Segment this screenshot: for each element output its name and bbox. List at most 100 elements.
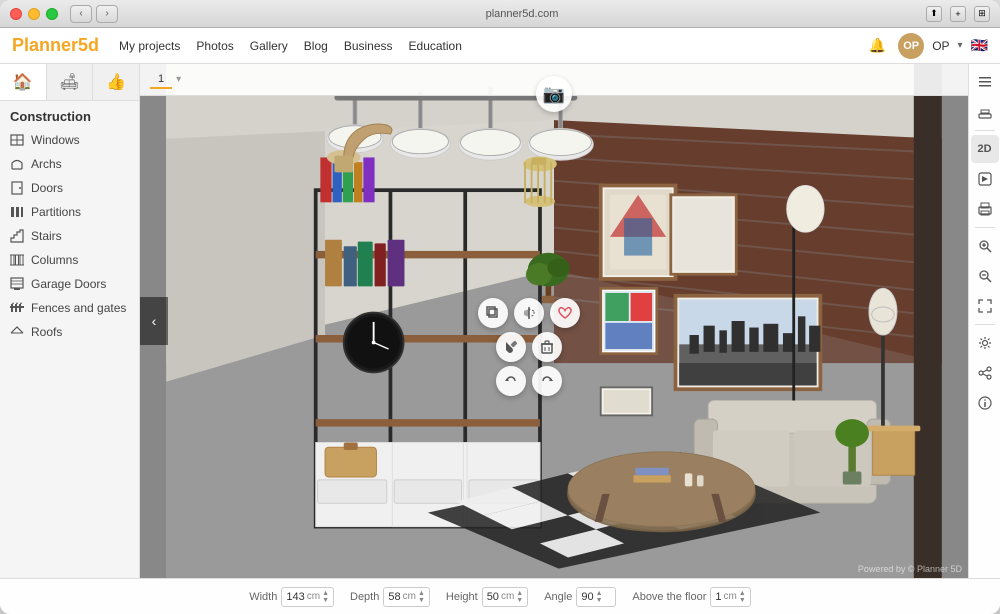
actions-row-2 bbox=[496, 332, 562, 362]
sidebar-item-roofs[interactable]: Roofs bbox=[0, 320, 139, 344]
copy-button[interactable] bbox=[478, 298, 508, 328]
user-avatar[interactable]: OP bbox=[898, 33, 924, 59]
camera-icon: 📷 bbox=[543, 84, 565, 105]
close-button[interactable] bbox=[10, 8, 22, 20]
archs-label: Archs bbox=[31, 157, 62, 171]
actions-row-1 bbox=[478, 298, 580, 328]
depth-field: Depth 58 cm ▲▼ bbox=[350, 587, 430, 607]
hamburger-menu-button[interactable] bbox=[971, 68, 999, 96]
sidebar-item-garage-doors[interactable]: Garage Doors bbox=[0, 272, 139, 296]
delete-button[interactable] bbox=[532, 332, 562, 362]
2d-button[interactable]: 2D bbox=[971, 135, 999, 163]
height-value[interactable]: 50 cm ▲▼ bbox=[482, 587, 529, 607]
brand-logo[interactable]: Planner5d bbox=[12, 35, 99, 56]
url-bar[interactable]: planner5d.com bbox=[118, 8, 926, 20]
nav-blog[interactable]: Blog bbox=[304, 39, 328, 53]
mirror-button[interactable] bbox=[514, 298, 544, 328]
window-icon[interactable]: ⊞ bbox=[974, 6, 990, 22]
separator-1 bbox=[975, 130, 995, 131]
nav-photos[interactable]: Photos bbox=[196, 39, 233, 53]
view-tab-1[interactable]: 1 bbox=[150, 71, 172, 89]
width-value[interactable]: 143 cm ▲▼ bbox=[281, 587, 334, 607]
layers-button[interactable] bbox=[971, 98, 999, 126]
back-button[interactable]: ‹ bbox=[70, 5, 92, 23]
sidebar-item-columns[interactable]: Columns bbox=[0, 248, 139, 272]
paint-button[interactable] bbox=[496, 332, 526, 362]
nav-my-projects[interactable]: My projects bbox=[119, 39, 180, 53]
language-flag[interactable]: 🇬🇧 bbox=[971, 37, 988, 54]
3d-view[interactable]: 1 ▾ 📷 ‹ bbox=[140, 64, 968, 578]
user-dropdown-icon[interactable]: ▾ bbox=[958, 40, 963, 51]
sidebar-tab-home[interactable]: 🏠 bbox=[0, 64, 47, 100]
windows-icon bbox=[10, 133, 24, 147]
partitions-icon bbox=[10, 205, 24, 219]
navbar-right: 🔔 OP OP ▾ 🇬🇧 bbox=[864, 33, 988, 59]
sidebar-item-windows[interactable]: Windows bbox=[0, 128, 139, 152]
2d-label: 2D bbox=[977, 143, 991, 155]
stairs-label: Stairs bbox=[31, 229, 62, 243]
sidebar-item-partitions[interactable]: Partitions bbox=[0, 200, 139, 224]
titlebar: ‹ › planner5d.com ⬆ + ⊞ bbox=[0, 0, 1000, 28]
height-stepper[interactable]: ▲▼ bbox=[516, 590, 523, 604]
main-area: 🏠 🛋 👍 Construction Windows Archs bbox=[0, 64, 1000, 578]
render-button[interactable] bbox=[971, 165, 999, 193]
windows-label: Windows bbox=[31, 133, 80, 147]
depth-value[interactable]: 58 cm ▲▼ bbox=[383, 587, 430, 607]
separator-2 bbox=[975, 227, 995, 228]
depth-label: Depth bbox=[350, 591, 379, 603]
share-button[interactable] bbox=[971, 359, 999, 387]
sidebar-item-fences[interactable]: Fences and gates bbox=[0, 296, 139, 320]
like-button[interactable] bbox=[550, 298, 580, 328]
maximize-button[interactable] bbox=[46, 8, 58, 20]
archs-icon bbox=[10, 157, 24, 171]
construction-title: Construction bbox=[0, 101, 139, 128]
bell-icon: 🔔 bbox=[868, 37, 885, 54]
sidebar-item-archs[interactable]: Archs bbox=[0, 152, 139, 176]
camera-button[interactable]: 📷 bbox=[536, 76, 572, 112]
floor-value[interactable]: 1 cm ▲▼ bbox=[710, 587, 750, 607]
fullscreen-button[interactable] bbox=[971, 292, 999, 320]
zoom-in-button[interactable] bbox=[971, 232, 999, 260]
angle-stepper[interactable]: ▲▼ bbox=[596, 590, 603, 604]
brand-suffix: 5d bbox=[78, 35, 99, 55]
floor-field: Above the floor 1 cm ▲▼ bbox=[632, 587, 750, 607]
fences-label: Fences and gates bbox=[31, 301, 126, 315]
view-tab-arrow: ▾ bbox=[176, 74, 181, 85]
forward-button[interactable]: › bbox=[96, 5, 118, 23]
nav-gallery[interactable]: Gallery bbox=[250, 39, 288, 53]
bookmark-icon[interactable]: + bbox=[950, 6, 966, 22]
dimension-bar: Width 143 cm ▲▼ Depth 58 cm ▲▼ Height 50… bbox=[0, 578, 1000, 614]
roofs-icon bbox=[10, 325, 24, 339]
print-button[interactable] bbox=[971, 195, 999, 223]
angle-value[interactable]: 90 ▲▼ bbox=[576, 587, 616, 607]
nav-education[interactable]: Education bbox=[409, 39, 462, 53]
share-icon[interactable]: ⬆ bbox=[926, 6, 942, 22]
partitions-label: Partitions bbox=[31, 205, 81, 219]
sidebar-tab-furniture[interactable]: 🛋 bbox=[47, 64, 94, 100]
info-button[interactable] bbox=[971, 389, 999, 417]
nav-business[interactable]: Business bbox=[344, 39, 393, 53]
width-stepper[interactable]: ▲▼ bbox=[322, 590, 329, 604]
rotate-right-button[interactable] bbox=[532, 366, 562, 396]
user-label[interactable]: OP bbox=[932, 39, 949, 53]
height-label: Height bbox=[446, 591, 478, 603]
settings-button[interactable] bbox=[971, 329, 999, 357]
floor-stepper[interactable]: ▲▼ bbox=[739, 590, 746, 604]
back-arrow-button[interactable]: ‹ bbox=[140, 297, 168, 345]
back-chevron-icon: ‹ bbox=[152, 313, 157, 329]
rotate-left-button[interactable] bbox=[496, 366, 526, 396]
columns-label: Columns bbox=[31, 253, 78, 267]
sidebar-tab-liked[interactable]: 👍 bbox=[93, 64, 139, 100]
width-label: Width bbox=[249, 591, 277, 603]
angle-field: Angle 90 ▲▼ bbox=[544, 587, 616, 607]
depth-stepper[interactable]: ▲▼ bbox=[418, 590, 425, 604]
notifications-button[interactable]: 🔔 bbox=[864, 33, 890, 59]
sidebar-item-stairs[interactable]: Stairs bbox=[0, 224, 139, 248]
doors-label: Doors bbox=[31, 181, 63, 195]
zoom-out-button[interactable] bbox=[971, 262, 999, 290]
brand-name: Planner bbox=[12, 35, 78, 55]
minimize-button[interactable] bbox=[28, 8, 40, 20]
sidebar-item-doors[interactable]: Doors bbox=[0, 176, 139, 200]
sidebar-tabs: 🏠 🛋 👍 bbox=[0, 64, 139, 101]
object-actions bbox=[478, 298, 580, 396]
